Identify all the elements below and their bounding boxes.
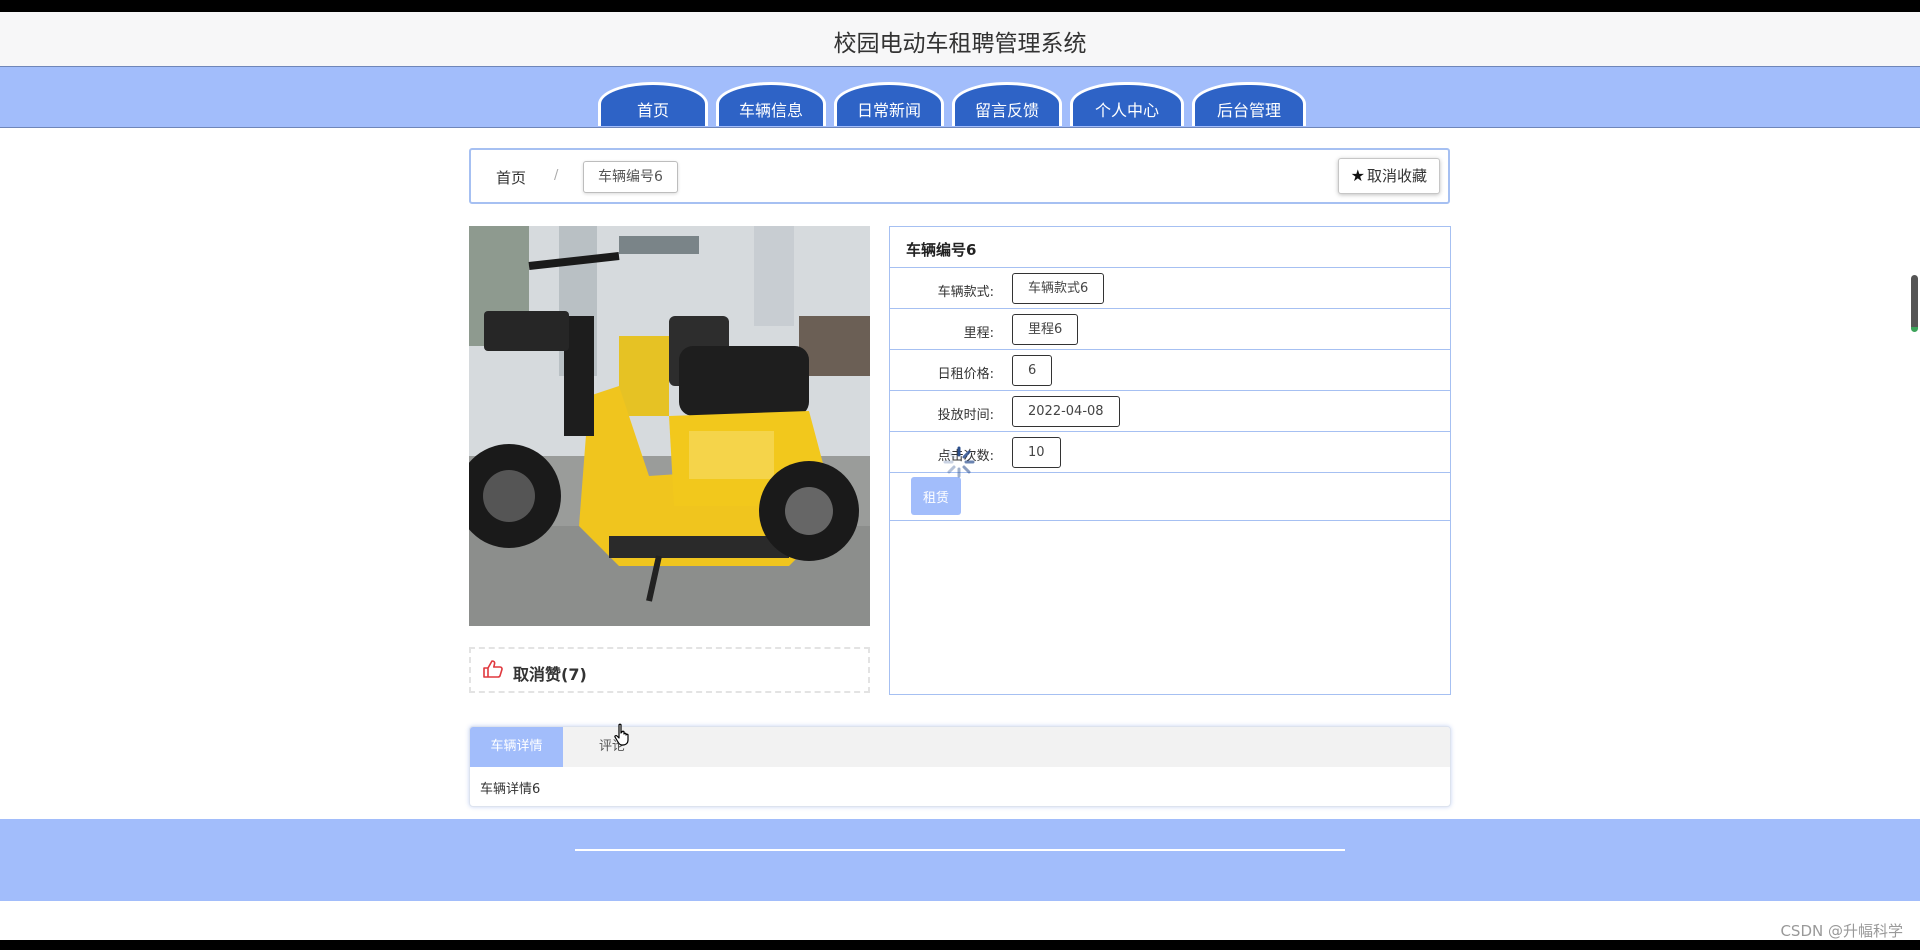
watermark: CSDN @升幅科学 (1780, 922, 1903, 940)
page: 校园电动车租聘管理系统 首页 车辆信息 日常新闻 留言反馈 个人中心 后台管理 … (0, 12, 1920, 940)
nav-item-home[interactable]: 首页 (598, 82, 708, 126)
detail-row-mileage: 里程: 里程6 (890, 309, 1450, 350)
scrollbar-thumb[interactable] (1911, 275, 1918, 332)
detail-value: 车辆款式6 (1012, 273, 1105, 304)
detail-row-daily-price: 日租价格: 6 (890, 350, 1450, 391)
nav-item-feedback[interactable]: 留言反馈 (952, 82, 1062, 126)
breadcrumb: 首页 / 车辆编号6 ★ 取消收藏 (469, 148, 1450, 204)
nav-item-vehicles[interactable]: 车辆信息 (716, 82, 826, 126)
main-nav: 首页 车辆信息 日常新闻 留言反馈 个人中心 后台管理 (0, 67, 1920, 128)
detail-value: 2022-04-08 (1012, 396, 1120, 427)
like-box[interactable]: 取消赞(7) (469, 647, 870, 693)
nav-item-admin[interactable]: 后台管理 (1192, 82, 1306, 126)
detail-row-style: 车辆款式: 车辆款式6 (890, 268, 1450, 309)
detail-value: 6 (1012, 355, 1053, 386)
unlike-label: 取消赞(7) (513, 665, 587, 684)
tab-vehicle-details[interactable]: 车辆详情 (470, 727, 563, 767)
vehicle-title: 车辆编号6 (890, 227, 1450, 268)
scooter-image (469, 226, 870, 626)
detail-label: 日租价格: (937, 367, 994, 382)
footer (0, 819, 1920, 901)
breadcrumb-current: 车辆编号6 (583, 161, 678, 193)
detail-value: 里程6 (1012, 314, 1079, 345)
detail-value: 10 (1012, 437, 1061, 468)
nav-item-profile[interactable]: 个人中心 (1070, 82, 1184, 126)
footer-divider (575, 849, 1345, 851)
detail-label: 里程: (963, 326, 994, 341)
detail-label: 投放时间: (937, 408, 994, 423)
unfavorite-button[interactable]: ★ 取消收藏 (1337, 158, 1440, 194)
site-title: 校园电动车租聘管理系统 (833, 31, 1087, 57)
detail-label: 车辆款式: (937, 285, 994, 300)
title-bar: 校园电动车租聘管理系统 (0, 12, 1920, 67)
detail-actions: 租赁 (890, 446, 1450, 521)
loading-spinner-icon (942, 445, 976, 483)
tab-content: 车辆详情6 (480, 782, 541, 797)
breadcrumb-home-link[interactable]: 首页 (496, 167, 526, 188)
thumbs-up-icon (483, 660, 503, 682)
unfavorite-button-label: 取消收藏 (1366, 167, 1427, 185)
nav-item-news[interactable]: 日常新闻 (834, 82, 944, 126)
vehicle-photo (469, 226, 870, 626)
detail-row-release-date: 投放时间: 2022-04-08 (890, 391, 1450, 432)
hand-cursor-icon (613, 723, 631, 751)
star-icon: ★ (1350, 166, 1365, 185)
nav-list: 首页 车辆信息 日常新闻 留言反馈 个人中心 后台管理 (598, 82, 1306, 126)
breadcrumb-separator: / (554, 168, 559, 183)
vehicle-detail-card: 车辆编号6 车辆款式: 车辆款式6 里程: 里程6 日租价格: 6 投放时间: … (889, 226, 1451, 695)
